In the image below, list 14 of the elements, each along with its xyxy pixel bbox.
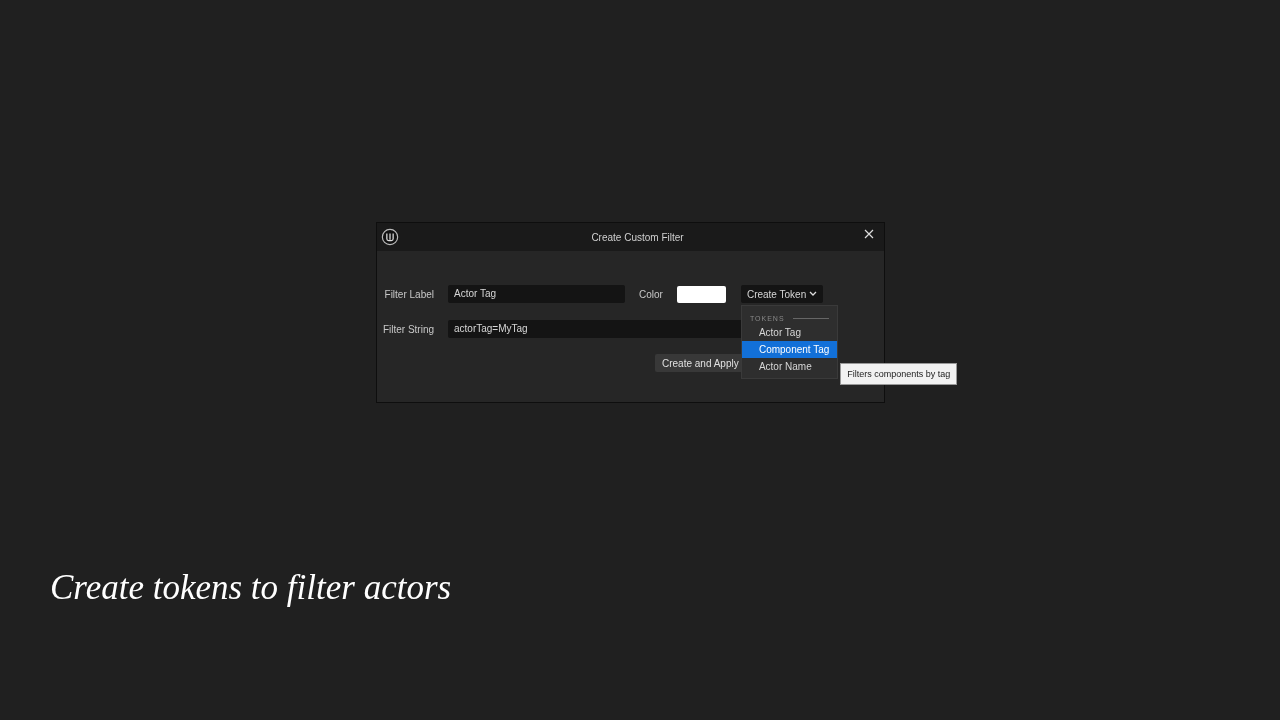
create-token-dropdown[interactable]: Create Token bbox=[740, 285, 824, 303]
tooltip: Filters components by tag bbox=[840, 363, 958, 385]
logo-icon bbox=[381, 228, 399, 246]
input-field[interactable]: Actor Tag bbox=[448, 285, 625, 303]
menu-item[interactable]: Actor Tag bbox=[741, 324, 838, 341]
field-label: Filter Label bbox=[383, 288, 435, 300]
field-label: Filter String bbox=[381, 323, 435, 335]
caret-icon bbox=[809, 291, 818, 297]
color-swatch[interactable] bbox=[676, 285, 726, 303]
window-title: Create Custom Filter bbox=[591, 231, 684, 243]
caption: Create tokens to filter actors bbox=[50, 568, 453, 608]
menu-item[interactable]: Component Tag bbox=[741, 341, 838, 358]
close-icon[interactable] bbox=[864, 229, 874, 239]
field-label: Color bbox=[638, 288, 663, 300]
